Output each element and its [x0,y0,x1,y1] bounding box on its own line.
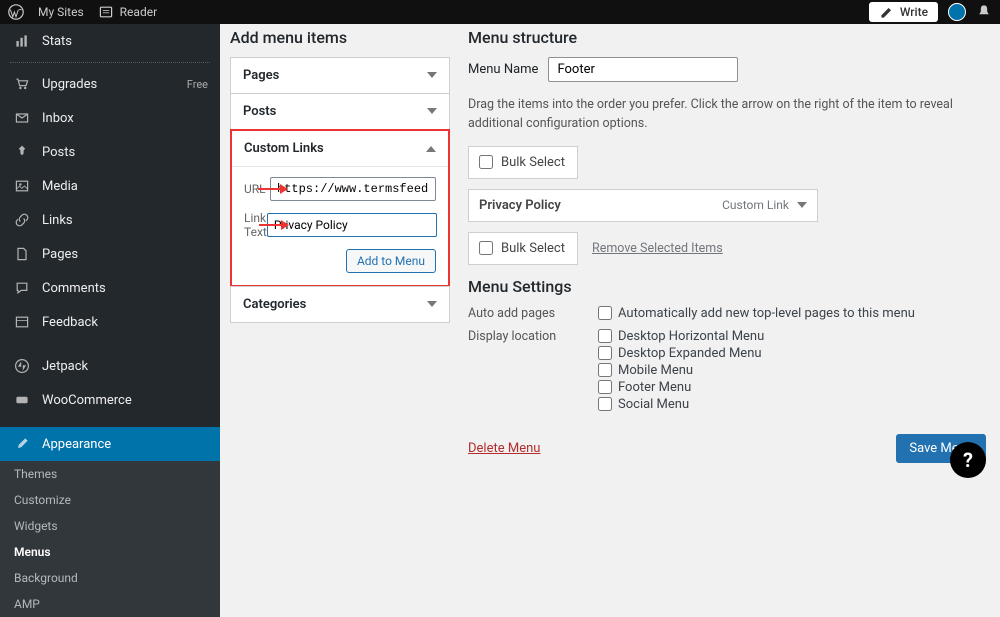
panel-custom-links-toggle[interactable]: Custom Links [232,131,448,166]
submenu-widgets[interactable]: Widgets [0,513,220,539]
display-location-label: Display location [468,329,598,344]
annotation-arrow-icon [266,185,270,193]
sidebar-item-feedback[interactable]: Feedback [0,305,220,339]
sidebar-item-posts[interactable]: Posts [0,135,220,169]
sidebar-item-appearance[interactable]: Appearance [0,427,220,461]
sidebar-item-upgrades[interactable]: UpgradesFree [0,67,220,101]
chevron-down-icon [797,202,807,213]
remove-selected-link[interactable]: Remove Selected Items [592,241,723,256]
delete-menu-link[interactable]: Delete Menu [468,441,540,456]
add-menu-heading: Add menu items [230,28,450,47]
loc-footer-checkbox[interactable] [598,380,612,394]
feedback-icon [12,312,32,332]
panel-categories[interactable]: Categories [230,286,450,323]
question-icon: ? [963,448,973,472]
panel-posts[interactable]: Posts [230,93,450,130]
chevron-down-icon [427,72,437,83]
mail-icon [12,108,32,128]
sidebar-item-inbox[interactable]: Inbox [0,101,220,135]
url-input[interactable] [270,177,436,201]
submenu-amp[interactable]: AMP [0,591,220,617]
loc-mobile-checkbox[interactable] [598,363,612,377]
menu-item-privacy-policy[interactable]: Privacy Policy Custom Link [468,189,818,222]
sidebar-item-jetpack[interactable]: Jetpack [0,349,220,383]
chevron-down-icon [427,108,437,119]
media-icon [12,176,32,196]
bulk-select-bottom[interactable]: Bulk Select [468,232,578,265]
submenu-themes[interactable]: Themes [0,461,220,487]
write-button[interactable]: Write [869,2,938,22]
menu-item-label: Privacy Policy [479,198,561,213]
main-content: Add menu items Pages Posts Custom Links … [220,24,1000,510]
brush-icon [12,434,32,454]
bulk-select-checkbox[interactable] [479,155,493,169]
wp-logo-icon[interactable] [8,4,24,20]
loc-social-checkbox[interactable] [598,397,612,411]
chevron-down-icon [427,301,437,312]
sidebar-item-links[interactable]: Links [0,203,220,237]
menu-name-input[interactable] [548,57,738,82]
appearance-submenu: Themes Customize Widgets Menus Backgroun… [0,461,220,617]
stats-icon [12,31,32,51]
sidebar-item-pages[interactable]: Pages [0,237,220,271]
auto-add-label: Auto add pages [468,306,598,321]
upgrades-badge: Free [187,78,208,91]
page-icon [12,244,32,264]
submenu-background[interactable]: Background [0,565,220,591]
panel-pages[interactable]: Pages [230,57,450,94]
chevron-up-icon [426,141,436,152]
sidebar-item-stats[interactable]: Stats [0,24,220,58]
auto-add-checkbox[interactable] [598,306,612,320]
notifications-icon[interactable] [976,3,992,22]
sidebar-item-media[interactable]: Media [0,169,220,203]
admin-bar: My Sites Reader Write [0,0,1000,24]
structure-heading: Menu structure [468,28,986,47]
submenu-customize[interactable]: Customize [0,487,220,513]
panel-custom-links: Custom Links URL Link Text Add to Menu [230,129,450,287]
submenu-menus[interactable]: Menus [0,539,220,565]
user-avatar-icon[interactable] [948,3,966,21]
drag-description: Drag the items into the order you prefer… [468,96,986,134]
comment-icon [12,278,32,298]
my-sites-link[interactable]: My Sites [38,5,84,19]
admin-sidebar: Stats UpgradesFree Inbox Posts Media Lin… [0,24,220,510]
jetpack-icon [12,356,32,376]
bulk-select-checkbox[interactable] [479,241,493,255]
pencil-icon [879,4,895,20]
menu-settings-heading: Menu Settings [468,277,986,296]
add-to-menu-button[interactable]: Add to Menu [346,249,436,273]
reader-icon [98,4,114,20]
loc-desktop-horizontal-checkbox[interactable] [598,329,612,343]
reader-link[interactable]: Reader [98,4,157,20]
sidebar-item-woocommerce[interactable]: WooCommerce [0,383,220,417]
pin-icon [12,142,32,162]
help-button[interactable]: ? [950,442,986,478]
bulk-select-top[interactable]: Bulk Select [468,146,578,179]
sidebar-item-comments[interactable]: Comments [0,271,220,305]
menu-name-label: Menu Name [468,62,538,77]
link-icon [12,210,32,230]
woo-icon [12,390,32,410]
cart-icon [12,74,32,94]
loc-desktop-expanded-checkbox[interactable] [598,346,612,360]
